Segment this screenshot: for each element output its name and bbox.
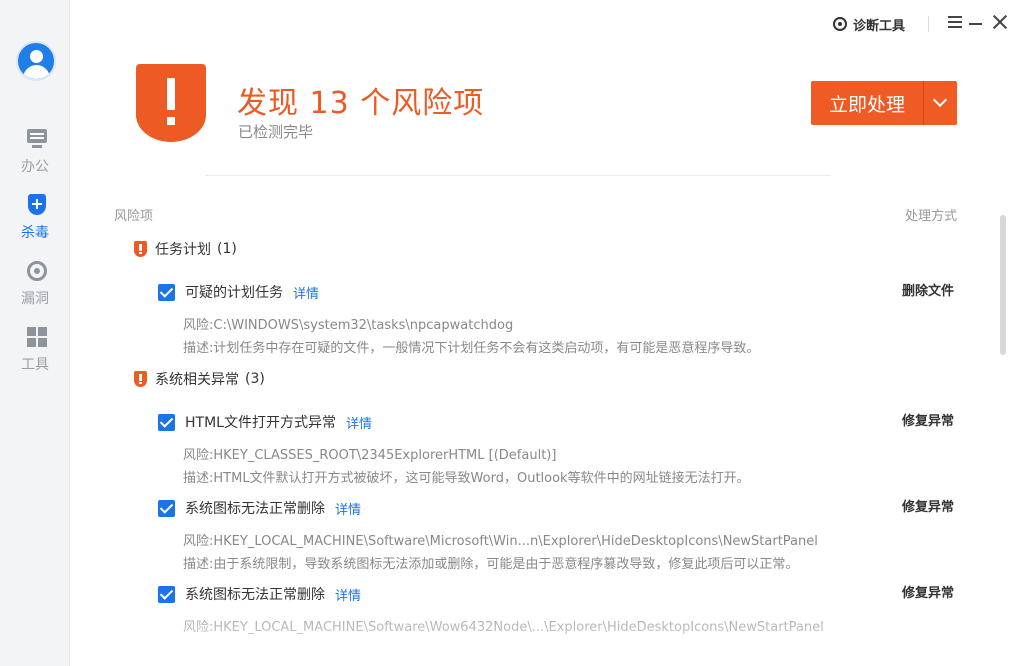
diagnose-label: 诊断工具 bbox=[853, 18, 906, 34]
item-risk-path: 风险:C:\WINDOWS\system32\tasks\npcapwatchd… bbox=[183, 318, 514, 333]
group-name: 系统相关异常 bbox=[155, 372, 239, 388]
item-action[interactable]: 修复异常 bbox=[902, 496, 954, 515]
details-link[interactable]: 详情 bbox=[335, 585, 361, 604]
diagnose-icon bbox=[833, 17, 847, 31]
header-divider bbox=[205, 175, 831, 176]
column-header-risk: 风险项 bbox=[114, 209, 154, 224]
risk-group-system: 系统相关异常 (3) bbox=[134, 369, 265, 389]
user-avatar[interactable] bbox=[16, 41, 56, 81]
diagnose-tool-button[interactable]: 诊断工具 bbox=[833, 14, 905, 34]
sidebar-item-antivirus[interactable]: 杀毒 bbox=[0, 194, 70, 254]
item-name: 系统图标无法正常删除 bbox=[185, 587, 325, 603]
item-checkbox[interactable] bbox=[158, 283, 175, 301]
sidebar-item-tools[interactable]: 工具 bbox=[0, 326, 70, 386]
titlebar-divider bbox=[928, 16, 929, 32]
details-link[interactable]: 详情 bbox=[346, 413, 372, 432]
item-checkbox[interactable] bbox=[158, 585, 175, 603]
item-description: 描述:HTML文件默认打开方式被破坏，这可能导致Word，Outlook等软件中… bbox=[183, 471, 750, 486]
details-link[interactable]: 详情 bbox=[293, 283, 319, 302]
radar-icon bbox=[26, 260, 48, 282]
risk-shield-icon bbox=[134, 371, 147, 387]
group-count: (1) bbox=[217, 241, 237, 257]
computer-icon bbox=[26, 128, 48, 150]
list-item: 系统图标无法正常删除 详情 bbox=[158, 498, 361, 518]
details-link[interactable]: 详情 bbox=[335, 499, 361, 518]
item-risk-path: 风险:HKEY_LOCAL_MACHINE\Software\Microsoft… bbox=[183, 534, 818, 549]
chevron-down-icon[interactable] bbox=[924, 81, 957, 125]
item-name: 系统图标无法正常删除 bbox=[185, 501, 325, 517]
sidebar-item-label: 漏洞 bbox=[21, 291, 49, 307]
sidebar-item-office[interactable]: 办公 bbox=[0, 128, 70, 188]
item-risk-path: 风险:HKEY_LOCAL_MACHINE\Software\Wow6432No… bbox=[183, 620, 824, 635]
tools-grid-icon bbox=[26, 326, 48, 348]
sidebar: 办公 杀毒 漏洞 工具 bbox=[0, 0, 70, 666]
page-title: 发现 13 个风险项 bbox=[237, 86, 485, 121]
scrollbar-thumb[interactable] bbox=[1000, 215, 1006, 355]
sidebar-item-label: 办公 bbox=[21, 159, 49, 175]
item-action[interactable]: 删除文件 bbox=[902, 280, 954, 299]
column-header-action: 处理方式 bbox=[905, 209, 958, 224]
group-name: 任务计划 bbox=[155, 242, 211, 258]
list-item: 系统图标无法正常删除 详情 bbox=[158, 584, 361, 604]
group-count: (3) bbox=[245, 371, 265, 387]
item-name: HTML文件打开方式异常 bbox=[185, 415, 336, 431]
item-name: 可疑的计划任务 bbox=[185, 285, 283, 301]
item-description: 描述:由于系统限制，导致系统图标无法添加或删除，可能是由于恶意程序篡改导致，修复… bbox=[183, 557, 799, 572]
sidebar-item-label: 杀毒 bbox=[21, 225, 49, 241]
item-action[interactable]: 修复异常 bbox=[902, 410, 954, 429]
minimize-button[interactable] bbox=[966, 12, 986, 32]
process-now-button[interactable]: 立即处理 bbox=[811, 81, 957, 125]
risk-group-task-schedule: 任务计划 (1) bbox=[134, 239, 237, 259]
item-action[interactable]: 修复异常 bbox=[902, 582, 954, 601]
shield-plus-icon bbox=[26, 194, 48, 216]
warning-shield-icon bbox=[136, 64, 206, 146]
item-risk-path: 风险:HKEY_CLASSES_ROOT\2345ExplorerHTML [(… bbox=[183, 448, 557, 463]
process-now-label[interactable]: 立即处理 bbox=[811, 81, 924, 125]
item-description: 描述:计划任务中存在可疑的文件，一般情况下计划任务不会有这类启动项，有可能是恶意… bbox=[183, 341, 760, 356]
close-button[interactable] bbox=[990, 12, 1010, 32]
item-checkbox[interactable] bbox=[158, 413, 175, 431]
menu-button[interactable] bbox=[945, 12, 965, 32]
page-subtitle: 已检测完毕 bbox=[238, 123, 314, 141]
sidebar-item-vulnerability[interactable]: 漏洞 bbox=[0, 260, 70, 320]
list-item: HTML文件打开方式异常 详情 bbox=[158, 412, 372, 432]
sidebar-item-label: 工具 bbox=[21, 357, 49, 373]
item-checkbox[interactable] bbox=[158, 499, 175, 517]
risk-shield-icon bbox=[134, 241, 147, 257]
list-item: 可疑的计划任务 详情 bbox=[158, 282, 319, 302]
